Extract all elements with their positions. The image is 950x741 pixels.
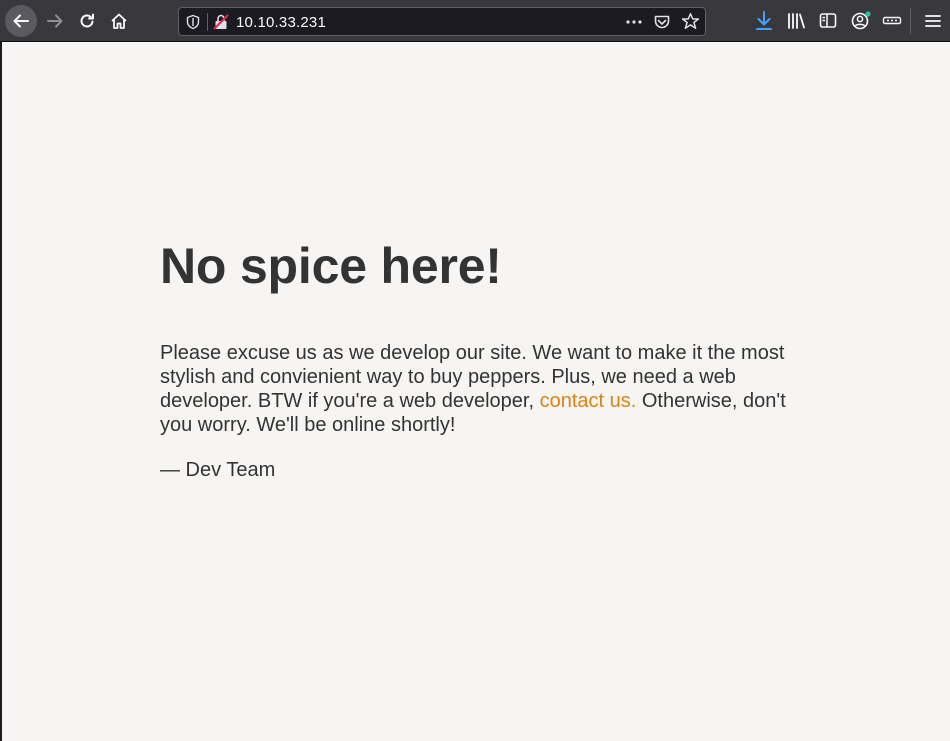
more-dots-icon[interactable] xyxy=(625,14,643,30)
download-icon[interactable] xyxy=(754,10,774,32)
toolbar-divider xyxy=(910,8,911,34)
reload-button[interactable] xyxy=(71,5,103,37)
forward-button[interactable] xyxy=(39,5,71,37)
sidebar-icon[interactable] xyxy=(818,10,838,32)
signature: — Dev Team xyxy=(160,459,276,481)
home-icon xyxy=(111,13,127,29)
page-title: No spice here! xyxy=(160,238,502,294)
page-viewport: No spice here! Please excuse us as we de… xyxy=(2,42,950,741)
shield-icon[interactable] xyxy=(185,14,201,30)
insecure-lock-icon[interactable] xyxy=(212,13,230,31)
url-separator xyxy=(207,13,208,31)
account-icon[interactable] xyxy=(850,10,872,32)
page-content: No spice here! Please excuse us as we de… xyxy=(160,238,800,482)
library-icon[interactable] xyxy=(786,10,806,32)
star-icon[interactable] xyxy=(681,12,700,31)
url-text[interactable]: 10.10.33.231 xyxy=(236,14,326,31)
back-arrow-icon xyxy=(13,14,29,28)
extensions-icon[interactable] xyxy=(882,10,902,32)
home-button[interactable] xyxy=(103,5,135,37)
pocket-icon[interactable] xyxy=(653,13,671,31)
back-button[interactable] xyxy=(5,5,37,37)
forward-arrow-icon xyxy=(47,14,63,28)
hamburger-menu-icon[interactable] xyxy=(924,10,942,32)
url-bar[interactable]: 10.10.33.231 xyxy=(178,7,706,36)
contact-us-link[interactable]: contact us. xyxy=(540,390,637,412)
browser-toolbar: 10.10.33.231 xyxy=(0,0,950,42)
intro-paragraph: Please excuse us as we develop our site.… xyxy=(160,341,790,437)
reload-icon xyxy=(80,13,94,28)
